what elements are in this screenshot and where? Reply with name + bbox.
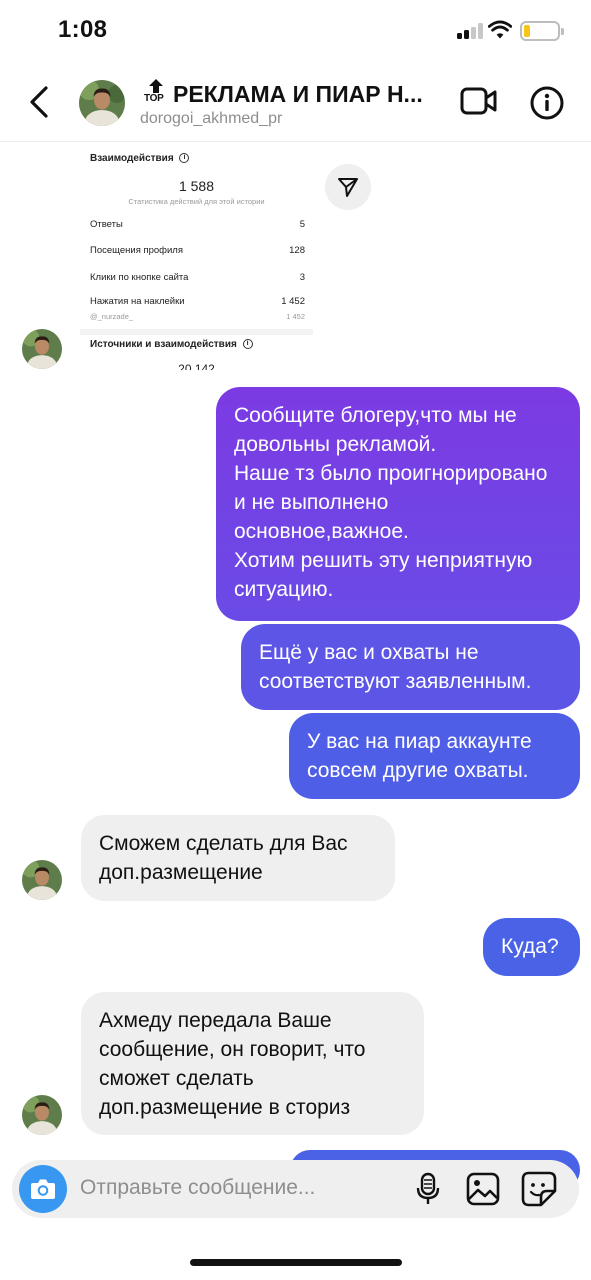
message-bubble-outgoing[interactable]: Куда? bbox=[483, 918, 580, 976]
interactions-caption: Статистика действий для этой истории bbox=[128, 197, 265, 206]
message-bubble-outgoing[interactable]: У вас на пиар аккаунте совсем другие охв… bbox=[289, 713, 580, 799]
message-bubble-outgoing[interactable]: Ещё у вас и охваты не соответствуют заяв… bbox=[241, 624, 580, 710]
stat-row: Посещения профиля 128 bbox=[90, 245, 305, 256]
message-bubble-incoming[interactable]: Ахмеду передала Ваше сообщение, он говор… bbox=[81, 992, 424, 1135]
message-bubble-incoming[interactable]: Сможем сделать для Вас доп.размещение bbox=[81, 815, 395, 901]
story-insights-image[interactable]: Взаимодействия i 1 588 Статистика действ… bbox=[80, 144, 313, 370]
avatar[interactable] bbox=[22, 329, 62, 369]
battery-icon bbox=[520, 21, 564, 41]
interactions-title: Взаимодействия i bbox=[90, 153, 190, 164]
interactions-total: 1 588 bbox=[178, 178, 215, 194]
avatar[interactable] bbox=[22, 1095, 62, 1135]
info-icon: i bbox=[179, 153, 190, 164]
home-indicator bbox=[190, 1259, 402, 1266]
microphone-icon[interactable] bbox=[414, 1172, 442, 1206]
message-bubble-outgoing[interactable]: Сообщите блогеру,что мы не довольны рекл… bbox=[216, 387, 580, 621]
status-time: 1:08 bbox=[58, 16, 108, 43]
message-composer: Отправьте сообщение... bbox=[12, 1160, 579, 1218]
chat-username[interactable]: dorogoi_akhmed_pr bbox=[140, 110, 282, 128]
top-badge-label: TOP bbox=[144, 93, 164, 104]
share-button[interactable] bbox=[325, 164, 371, 210]
paper-plane-icon bbox=[338, 178, 358, 197]
chat-title[interactable]: РЕКЛАМА И ПИАР Н... bbox=[173, 81, 445, 108]
camera-button[interactable] bbox=[19, 1165, 67, 1213]
stat-row: Ответы 5 bbox=[90, 219, 305, 230]
message-input[interactable]: Отправьте сообщение... bbox=[80, 1176, 315, 1200]
avatar[interactable] bbox=[79, 80, 125, 126]
chevron-left-icon[interactable] bbox=[24, 82, 56, 122]
cellular-signal-icon bbox=[457, 23, 483, 39]
status-bar: 1:08 bbox=[0, 0, 591, 60]
battery-level bbox=[524, 25, 530, 37]
camera-icon bbox=[31, 1179, 55, 1199]
info-icon[interactable] bbox=[530, 86, 564, 120]
gallery-icon[interactable] bbox=[466, 1172, 500, 1206]
sources-title: Источники и взаимодействия i bbox=[90, 339, 253, 350]
arrow-up-icon bbox=[149, 79, 163, 93]
sticker-icon[interactable] bbox=[521, 1171, 557, 1207]
stat-row: Нажатия на наклейки 1 452 bbox=[90, 296, 305, 307]
stat-row: Клики по кнопке сайта 3 bbox=[90, 272, 305, 283]
info-icon: i bbox=[242, 339, 253, 350]
sticker-row: @_nurzade_ 1 452 bbox=[90, 312, 305, 321]
top-badge: TOP bbox=[144, 78, 168, 108]
wifi-icon bbox=[488, 20, 512, 39]
chat-header: TOP РЕКЛАМА И ПИАР Н... dorogoi_akhmed_p… bbox=[0, 60, 591, 142]
avatar[interactable] bbox=[22, 860, 62, 900]
video-camera-icon[interactable] bbox=[460, 86, 498, 116]
divider bbox=[80, 329, 313, 335]
sources-value: 20 142 bbox=[178, 362, 215, 370]
